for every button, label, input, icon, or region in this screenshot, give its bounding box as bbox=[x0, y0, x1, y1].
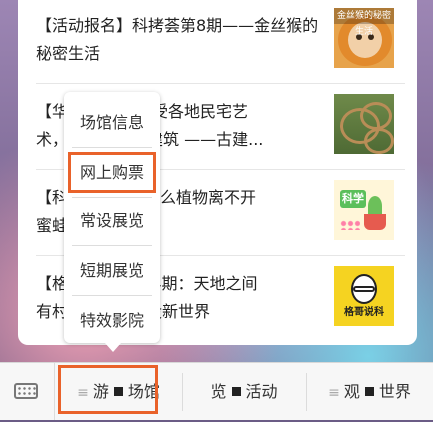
divider bbox=[36, 83, 405, 84]
submenu-popup: 场馆信息 网上购票 常设展览 短期展览 特效影院 bbox=[64, 92, 160, 352]
article-thumbnail-tulou bbox=[334, 94, 394, 154]
thumbnail-brand: 格哥说科 bbox=[344, 307, 384, 318]
menu-lines-icon: ≡ bbox=[328, 385, 340, 401]
square-icon bbox=[364, 387, 374, 396]
submenu-item-venue-info[interactable]: 场馆信息 bbox=[64, 98, 160, 147]
submenu-item-temporary-exhibits[interactable]: 短期展览 bbox=[64, 246, 160, 295]
keyboard-icon bbox=[14, 383, 38, 399]
submenu-item-label: 常设展览 bbox=[79, 211, 144, 230]
article-title: 【活动报名】科拷荟第8期——金丝猴的秘密生活 bbox=[36, 16, 319, 63]
highlight-box bbox=[58, 365, 158, 414]
menu-label-right: 世界 bbox=[378, 382, 411, 401]
submenu-item-online-tickets[interactable]: 网上购票 bbox=[64, 148, 160, 197]
square-icon bbox=[231, 387, 241, 396]
submenu-item-label: 短期展览 bbox=[79, 261, 144, 280]
menu-button-activities[interactable]: 览活动 bbox=[182, 363, 306, 420]
popup-arrow bbox=[105, 343, 121, 352]
submenu-item-label: 特效影院 bbox=[79, 311, 144, 330]
menu-button-world[interactable]: ≡ 观世界 bbox=[306, 363, 433, 420]
menu-label-left: 观 bbox=[343, 382, 360, 401]
submenu-item-special-cinema[interactable]: 特效影院 bbox=[64, 296, 160, 345]
article-thumbnail-monkey: 金丝猴的秘密生活 bbox=[334, 8, 394, 68]
article-thumbnail-gege: 格哥说科 bbox=[334, 266, 394, 326]
keyboard-toggle-button[interactable] bbox=[0, 363, 55, 420]
highlight-box bbox=[68, 152, 156, 193]
submenu-item-label: 场馆信息 bbox=[79, 113, 144, 132]
menu-label-left: 览 bbox=[210, 382, 227, 401]
thumbnail-sign: 科学 bbox=[340, 190, 366, 208]
thumbnail-caption: 金丝猴的秘密生活 bbox=[334, 8, 394, 37]
submenu-item-permanent-exhibits[interactable]: 常设展览 bbox=[64, 196, 160, 245]
article-item-1[interactable]: 【活动报名】科拷荟第8期——金丝猴的秘密生活 金丝猴的秘密生活 bbox=[18, 0, 417, 84]
article-thumbnail-science: 科学 bbox=[334, 180, 394, 240]
menu-label-right: 活动 bbox=[245, 382, 278, 401]
